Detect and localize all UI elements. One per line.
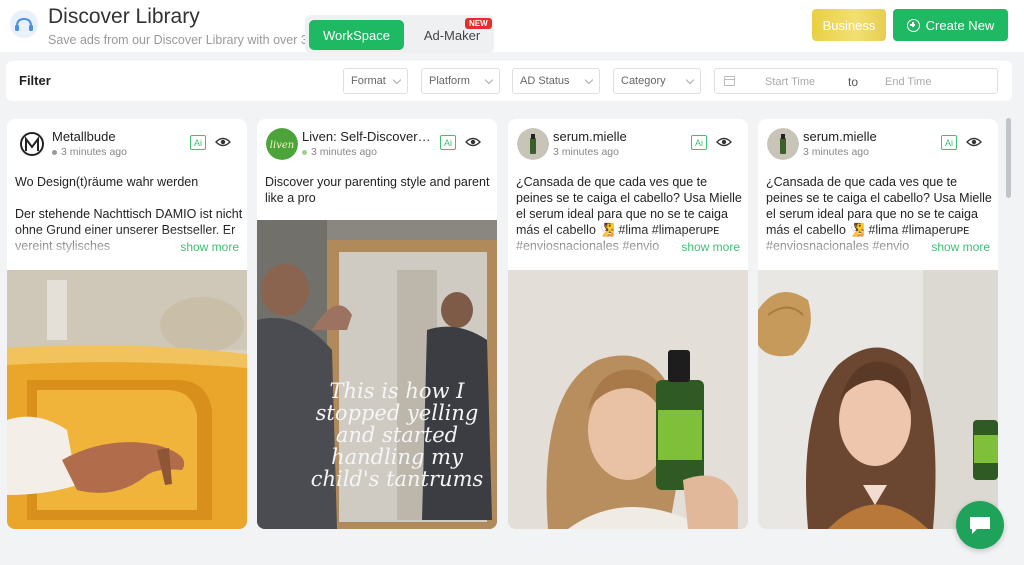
ai-analyze-icon[interactable]: Ai [691, 135, 707, 150]
overlay-line: and started [336, 423, 458, 447]
chat-bubble-icon [970, 517, 990, 534]
post-time-text: 3 minutes ago [311, 146, 377, 158]
category-dropdown[interactable]: Category [613, 68, 701, 94]
ad-media[interactable] [508, 270, 748, 529]
eye-icon[interactable] [966, 136, 982, 148]
show-more-link[interactable]: show more [178, 240, 239, 254]
chevron-down-icon [392, 75, 402, 85]
post-time: 3 minutes ago [302, 146, 377, 158]
app-logo-icon [10, 10, 38, 38]
post-time-text: 3 minutes ago [61, 146, 127, 158]
post-time: 3 minutes ago [553, 146, 619, 158]
format-dropdown-label: Format [351, 75, 386, 87]
post-time: 3 minutes ago [803, 146, 869, 158]
eye-icon[interactable] [215, 136, 231, 148]
ad-card[interactable]: Metallbude 3 minutes ago Ai Wo Design(t)… [7, 119, 247, 529]
create-new-label: Create New [925, 17, 995, 33]
date-range-separator: to [848, 75, 859, 89]
overlay-line: This is how I [330, 379, 466, 403]
start-time-input[interactable]: Start Time [765, 76, 815, 88]
advertiser-name[interactable]: serum.mielle [553, 129, 688, 144]
tab-workspace[interactable]: WorkSpace [309, 20, 404, 50]
overlay-line: child's tantrums [311, 467, 484, 491]
platform-dropdown[interactable]: Platform [421, 68, 500, 94]
avatar [767, 128, 799, 160]
business-button-label: Business [822, 17, 876, 33]
chat-support-button[interactable] [956, 501, 1004, 549]
eye-icon[interactable] [716, 136, 732, 148]
show-more-link[interactable]: show more [679, 240, 740, 254]
ad-copy-headline: Discover your parenting style and parent… [265, 175, 490, 205]
ai-analyze-icon[interactable]: Ai [941, 135, 957, 150]
avatar [517, 128, 549, 160]
new-badge: NEW [465, 18, 492, 29]
advertiser-name[interactable]: Metallbude [52, 129, 187, 144]
category-dropdown-label: Category [621, 75, 666, 87]
ad-card[interactable]: serum.mielle 3 minutes ago Ai ¿Cansada d… [508, 119, 748, 529]
chevron-down-icon [484, 75, 494, 85]
filter-label: Filter [19, 73, 51, 88]
ai-analyze-icon[interactable]: Ai [440, 135, 456, 150]
ad-media[interactable] [7, 270, 247, 529]
page-subtitle: Save ads from our Discover Library with … [48, 33, 310, 47]
top-header: Discover Library Save ads from our Disco… [0, 0, 1024, 53]
ad-status-dropdown[interactable]: AD Status [512, 68, 600, 94]
page-title: Discover Library [48, 5, 200, 28]
format-dropdown[interactable]: Format [343, 68, 408, 94]
ad-card[interactable]: serum.mielle 3 minutes ago Ai ¿Cansada d… [758, 119, 998, 529]
plus-circle-icon [906, 18, 920, 32]
ai-analyze-icon[interactable]: Ai [190, 135, 206, 150]
chevron-down-icon [685, 75, 695, 85]
post-time-text: 3 minutes ago [803, 146, 869, 158]
svg-text:liven: liven [270, 140, 294, 151]
avatar: liven [266, 128, 298, 160]
post-time: 3 minutes ago [52, 146, 127, 158]
workspace-switcher: WorkSpace Ad-Maker NEW [305, 15, 494, 53]
platform-dropdown-label: Platform [429, 75, 470, 87]
ad-media[interactable] [758, 270, 998, 529]
ad-copy-headline: Wo Design(t)räume wahr werden [15, 175, 199, 189]
date-range-picker[interactable]: Start Time to End Time [714, 68, 998, 94]
filter-bar: Filter Format Platform AD Status Categor… [6, 61, 1012, 101]
show-more-link[interactable]: show more [929, 240, 990, 254]
status-dot [302, 149, 307, 155]
post-time-text: 3 minutes ago [553, 146, 619, 158]
avatar [16, 128, 48, 160]
calendar-icon [724, 76, 735, 86]
status-dot [52, 149, 57, 155]
ad-card[interactable]: liven Liven: Self-Discovery ... 3 minute… [257, 119, 497, 529]
chevron-down-icon [584, 75, 594, 85]
advertiser-name[interactable]: Liven: Self-Discovery ... [302, 129, 437, 144]
ad-media[interactable]: This is how I stopped yelling and starte… [257, 220, 497, 529]
ad-status-dropdown-label: AD Status [520, 75, 570, 87]
end-time-input[interactable]: End Time [885, 76, 931, 88]
advertiser-name[interactable]: serum.mielle [803, 129, 938, 144]
scrollbar-thumb[interactable] [1006, 118, 1011, 198]
ad-copy: Discover your parenting style and parent… [265, 174, 493, 214]
overlay-line: handling my [331, 445, 464, 469]
overlay-line: stopped yelling [316, 401, 479, 425]
create-new-button[interactable]: Create New [893, 9, 1008, 41]
eye-icon[interactable] [465, 136, 481, 148]
business-button[interactable]: Business [812, 9, 886, 41]
